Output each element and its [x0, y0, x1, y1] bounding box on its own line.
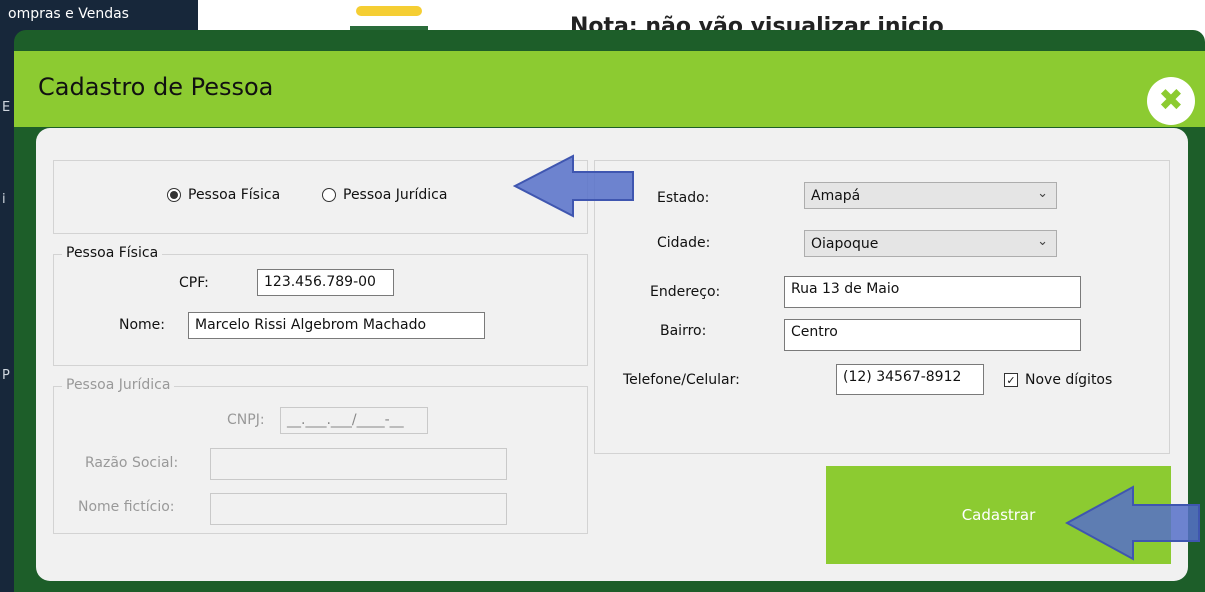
checkmark-icon: ✓ — [1004, 373, 1018, 387]
cpf-label: CPF: — [179, 275, 209, 291]
sidebar-fragment: E — [2, 100, 11, 115]
cnpj-label: CNPJ: — [227, 412, 265, 428]
dialog-title: Cadastro de Pessoa — [38, 73, 274, 101]
annotation-arrow-icon — [1065, 485, 1200, 561]
cpf-input[interactable]: 123.456.789-00 — [257, 269, 394, 296]
pessoa-juridica-group: Pessoa Jurídica CNPJ: __.___.___/____-__… — [53, 377, 588, 534]
nome-ficticio-input[interactable] — [210, 493, 507, 525]
close-icon: ✖ — [1158, 83, 1184, 118]
telefone-label: Telefone/Celular: — [623, 372, 740, 388]
endereco-input[interactable]: Rua 13 de Maio — [784, 276, 1081, 308]
bairro-input[interactable]: Centro — [784, 319, 1081, 351]
address-group: Estado: Amapá ⌄ Cidade: Oiapoque ⌄ Ender… — [594, 160, 1170, 454]
razao-social-label: Razão Social: — [85, 455, 179, 471]
estado-select[interactable]: Amapá ⌄ — [804, 182, 1057, 209]
bairro-label: Bairro: — [660, 323, 707, 339]
nome-ficticio-label: Nome fictício: — [78, 499, 175, 515]
cnpj-input[interactable]: __.___.___/____-__ — [280, 407, 428, 434]
chevron-down-icon: ⌄ — [1037, 234, 1048, 249]
sidebar-fragment: i — [2, 192, 6, 207]
estado-label: Estado: — [657, 190, 710, 206]
close-button[interactable]: ✖ — [1147, 77, 1195, 125]
background-logo — [350, 6, 430, 32]
radio-dot — [322, 188, 336, 202]
dialog-titlebar: Cadastro de Pessoa ✖ — [14, 51, 1205, 127]
nome-label: Nome: — [119, 317, 166, 333]
sidebar-menu-item[interactable]: ompras e Vendas — [8, 6, 129, 22]
endereco-label: Endereço: — [650, 284, 721, 300]
cidade-label: Cidade: — [657, 235, 711, 251]
razao-social-input[interactable] — [210, 448, 507, 480]
chevron-down-icon: ⌄ — [1037, 186, 1048, 201]
radio-dot — [167, 188, 181, 202]
person-type-group: Pessoa Física Pessoa Jurídica — [53, 160, 588, 234]
radio-pessoa-juridica[interactable]: Pessoa Jurídica — [322, 187, 447, 203]
sidebar-fragment: P — [2, 368, 10, 383]
telefone-input[interactable]: (12) 34567-8912 — [836, 364, 984, 395]
nove-digitos-checkbox[interactable]: ✓ Nove dígitos — [1004, 372, 1112, 388]
nome-input[interactable]: Marcelo Rissi Algebrom Machado — [188, 312, 485, 339]
annotation-arrow-icon — [513, 154, 634, 218]
pessoa-fisica-group: Pessoa Física CPF: 123.456.789-00 Nome: … — [53, 245, 588, 366]
radio-pessoa-fisica[interactable]: Pessoa Física — [167, 187, 280, 203]
cidade-select[interactable]: Oiapoque ⌄ — [804, 230, 1057, 257]
pessoa-fisica-legend: Pessoa Física — [62, 245, 163, 261]
pessoa-juridica-legend: Pessoa Jurídica — [62, 377, 175, 393]
